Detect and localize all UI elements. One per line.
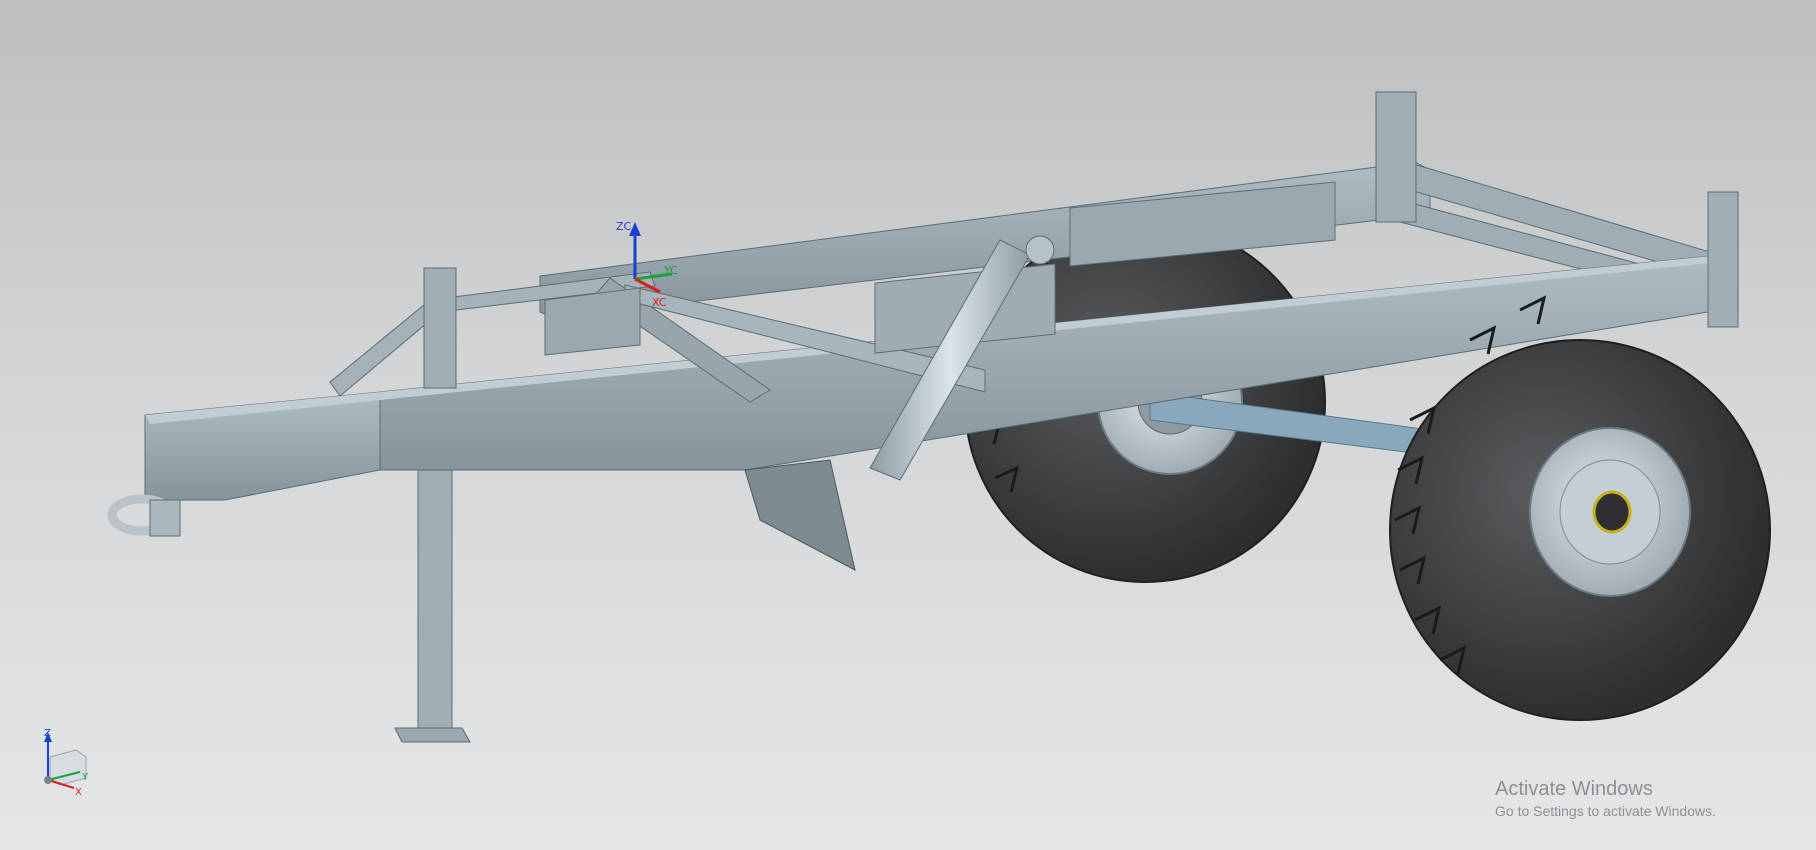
tow-eye[interactable] — [107, 494, 181, 537]
wcs-z-label: ZC — [616, 220, 632, 233]
triad-x-label: X — [75, 787, 82, 798]
support-leg[interactable] — [394, 469, 471, 743]
plough-blade — [744, 459, 856, 571]
watermark-title: Activate Windows — [1495, 778, 1653, 800]
trailer-model-view[interactable]: ZC YC XC Z Y X — [0, 0, 1816, 850]
activate-windows-watermark: Activate Windows Go to Settings to activ… — [1495, 776, 1716, 820]
watermark-subtitle: Go to Settings to activate Windows. — [1495, 803, 1716, 819]
wcs-y-label: YC — [663, 264, 678, 277]
view-triad-icon[interactable]: Z Y X — [44, 728, 89, 798]
graphics-viewport[interactable]: ZC YC XC Z Y X Activate Windows Go to Se… — [0, 0, 1816, 850]
triad-z-label: Z — [44, 728, 51, 739]
triad-y-label: Y — [81, 772, 89, 783]
wcs-x-label: XC — [652, 296, 667, 309]
front-wheel[interactable] — [1389, 295, 1771, 721]
